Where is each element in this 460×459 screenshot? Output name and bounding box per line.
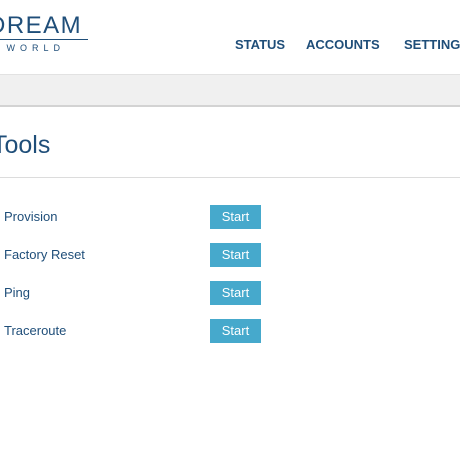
tool-row-factory-reset: Factory Reset Start [0,243,460,267]
sub-navigation-bar [0,74,460,107]
nav-item-accounts[interactable]: ACCOUNTS [306,37,380,52]
page: DREAM E WORLD STATUS ACCOUNTS SETTINGS T… [0,0,460,459]
page-title: Tools [0,131,51,159]
tool-label: Traceroute [4,323,67,338]
tool-row-ping: Ping Start [0,281,460,305]
factory-reset-start-button[interactable]: Start [210,243,261,267]
tool-row-traceroute: Traceroute Start [0,319,460,343]
tool-label: Factory Reset [4,247,85,262]
ping-start-button[interactable]: Start [210,281,261,305]
logo-sub-text: E WORLD [0,43,66,53]
traceroute-start-button[interactable]: Start [210,319,261,343]
tool-row-provision: Provision Start [0,205,460,229]
logo-main-text: DREAM [0,12,83,39]
nav-item-settings[interactable]: SETTINGS [404,37,460,52]
tool-label: Ping [4,285,31,300]
provision-start-button[interactable]: Start [210,205,261,229]
logo-underline [0,39,88,40]
header: DREAM E WORLD STATUS ACCOUNTS SETTINGS [0,0,460,74]
title-divider [0,177,460,178]
tool-label: Provision [4,209,58,224]
logo[interactable]: DREAM E WORLD [0,12,88,56]
nav-item-status[interactable]: STATUS [235,37,285,52]
